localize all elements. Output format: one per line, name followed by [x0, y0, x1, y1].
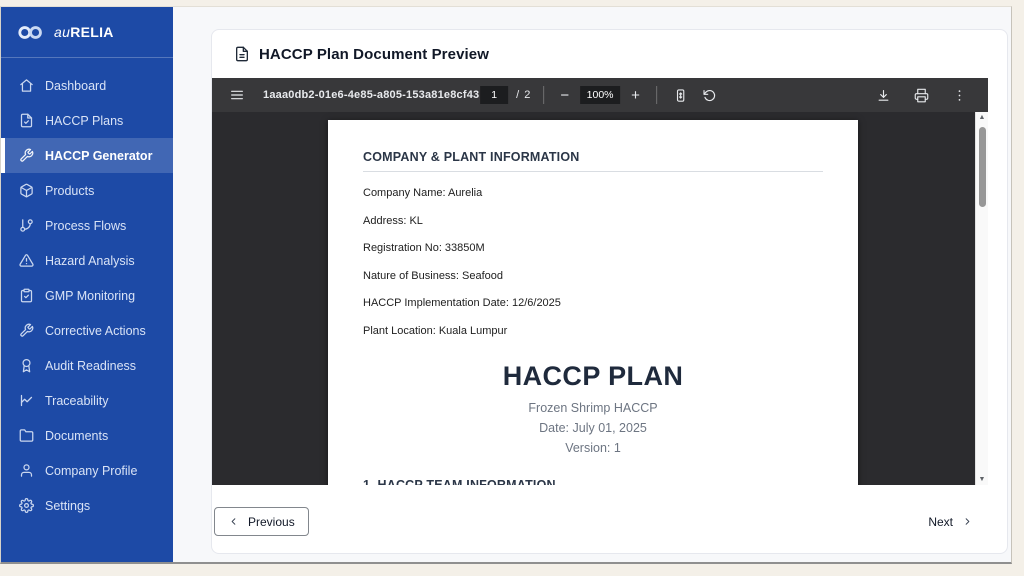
sidebar-item-label: Settings: [45, 499, 90, 513]
sidebar-item-label: Process Flows: [45, 219, 126, 233]
preview-card: HACCP Plan Document Preview 1aaa0db2-01e…: [211, 29, 1008, 554]
page-count: /2: [516, 89, 530, 101]
sidebar-item-label: Hazard Analysis: [45, 254, 135, 268]
zoom-out-button[interactable]: −: [557, 86, 572, 105]
previous-button[interactable]: Previous: [214, 507, 309, 536]
sidebar-item-label: HACCP Generator: [45, 149, 152, 163]
sidebar-item-dashboard[interactable]: Dashboard: [1, 68, 173, 103]
sidebar-item-documents[interactable]: Documents: [1, 418, 173, 453]
doc-field-registration: Registration No: 33850M: [363, 242, 823, 254]
pdf-page: COMPANY & PLANT INFORMATION Company Name…: [328, 120, 858, 485]
sidebar-item-company-profile[interactable]: Company Profile: [1, 453, 173, 488]
wrench-icon: [19, 323, 34, 338]
pdf-toolbar-center: 1 /2 − 100% +: [480, 86, 720, 105]
pdf-toolbar-right: [873, 86, 974, 105]
doc-date: Date: July 01, 2025: [363, 421, 823, 435]
doc-version: Version: 1: [363, 441, 823, 455]
doc-field-implementation-date: HACCP Implementation Date: 12/6/2025: [363, 297, 823, 309]
infinity-icon: [17, 25, 45, 40]
sidebar-item-hazard-analysis[interactable]: Hazard Analysis: [1, 243, 173, 278]
pdf-scrollbar[interactable]: ▲ ▼: [975, 112, 988, 485]
sidebar-nav: Dashboard HACCP Plans HACCP Generator Pr…: [1, 58, 173, 523]
doc-field-company-name: Company Name: Aurelia: [363, 187, 823, 199]
page-number-input[interactable]: 1: [480, 86, 508, 104]
sidebar-item-label: Documents: [45, 429, 108, 443]
download-icon[interactable]: [873, 86, 894, 105]
home-icon: [19, 78, 34, 93]
print-icon[interactable]: [911, 86, 932, 105]
package-icon: [19, 183, 34, 198]
brand-name: auRELIA: [54, 24, 114, 40]
doc-field-address: Address: KL: [363, 215, 823, 227]
pdf-filename: 1aaa0db2-01e6-4e85-a805-153a81e8cf43: [263, 89, 479, 101]
sidebar-item-corrective-actions[interactable]: Corrective Actions: [1, 313, 173, 348]
sidebar-item-label: GMP Monitoring: [45, 289, 135, 303]
toolbar-divider: [656, 86, 657, 104]
sidebar-item-label: Traceability: [45, 394, 108, 408]
doc-section-heading: 1. HACCP TEAM INFORMATION: [363, 478, 823, 486]
chart-line-icon: [19, 393, 34, 408]
scroll-down-icon[interactable]: ▼: [976, 476, 988, 483]
sidebar-item-label: Products: [45, 184, 94, 198]
wrench-icon: [19, 148, 34, 163]
scroll-up-icon[interactable]: ▲: [976, 114, 988, 121]
doc-field-plant-location: Plant Location: Kuala Lumpur: [363, 325, 823, 337]
sidebar-item-process-flows[interactable]: Process Flows: [1, 208, 173, 243]
fit-to-page-icon[interactable]: [670, 86, 691, 105]
chevron-right-icon: [962, 516, 973, 527]
toolbar-divider: [543, 86, 544, 104]
award-icon: [19, 358, 34, 373]
doc-title: HACCP PLAN: [363, 361, 823, 392]
clipboard-check-icon: [19, 288, 34, 303]
sidebar-item-label: Audit Readiness: [45, 359, 136, 373]
scrollbar-thumb[interactable]: [979, 127, 986, 207]
sidebar-item-label: Corrective Actions: [45, 324, 146, 338]
chevron-left-icon: [228, 516, 239, 527]
sidebar-item-audit-readiness[interactable]: Audit Readiness: [1, 348, 173, 383]
folder-icon: [19, 428, 34, 443]
user-icon: [19, 463, 34, 478]
sidebar-item-label: HACCP Plans: [45, 114, 123, 128]
sidebar: auRELIA Dashboard HACCP Plans HACCP Gene…: [1, 7, 173, 562]
doc-subtitle: Frozen Shrimp HACCP: [363, 401, 823, 415]
pdf-viewer[interactable]: COMPANY & PLANT INFORMATION Company Name…: [212, 112, 988, 485]
sidebar-item-label: Dashboard: [45, 79, 106, 93]
branch-icon: [19, 218, 34, 233]
sidebar-item-gmp-monitoring[interactable]: GMP Monitoring: [1, 278, 173, 313]
pdf-toolbar: 1aaa0db2-01e6-4e85-a805-153a81e8cf43 1 /…: [212, 78, 988, 112]
sidebar-item-label: Company Profile: [45, 464, 137, 478]
doc-field-nature: Nature of Business: Seafood: [363, 270, 823, 282]
zoom-in-button[interactable]: +: [628, 86, 643, 105]
gear-icon: [19, 498, 34, 513]
preview-header: HACCP Plan Document Preview: [212, 30, 1007, 78]
doc-section-heading: COMPANY & PLANT INFORMATION: [363, 150, 823, 172]
logo: auRELIA: [1, 7, 173, 58]
next-button[interactable]: Next: [922, 514, 979, 530]
sidebar-item-settings[interactable]: Settings: [1, 488, 173, 523]
app-window: auRELIA Dashboard HACCP Plans HACCP Gene…: [0, 6, 1012, 564]
page-title: HACCP Plan Document Preview: [259, 46, 489, 63]
rotate-icon[interactable]: [699, 86, 720, 105]
sidebar-item-haccp-generator[interactable]: HACCP Generator: [1, 138, 173, 173]
sidebar-item-products[interactable]: Products: [1, 173, 173, 208]
hamburger-menu-icon[interactable]: [226, 85, 248, 105]
more-vertical-icon[interactable]: [949, 86, 970, 105]
warning-triangle-icon: [19, 253, 34, 268]
pdf-embed: 1aaa0db2-01e6-4e85-a805-153a81e8cf43 1 /…: [212, 78, 988, 485]
pagination: Previous Next: [212, 485, 1007, 536]
file-check-icon: [19, 113, 34, 128]
document-icon: [234, 46, 250, 62]
sidebar-item-haccp-plans[interactable]: HACCP Plans: [1, 103, 173, 138]
zoom-level[interactable]: 100%: [580, 86, 620, 104]
sidebar-item-traceability[interactable]: Traceability: [1, 383, 173, 418]
